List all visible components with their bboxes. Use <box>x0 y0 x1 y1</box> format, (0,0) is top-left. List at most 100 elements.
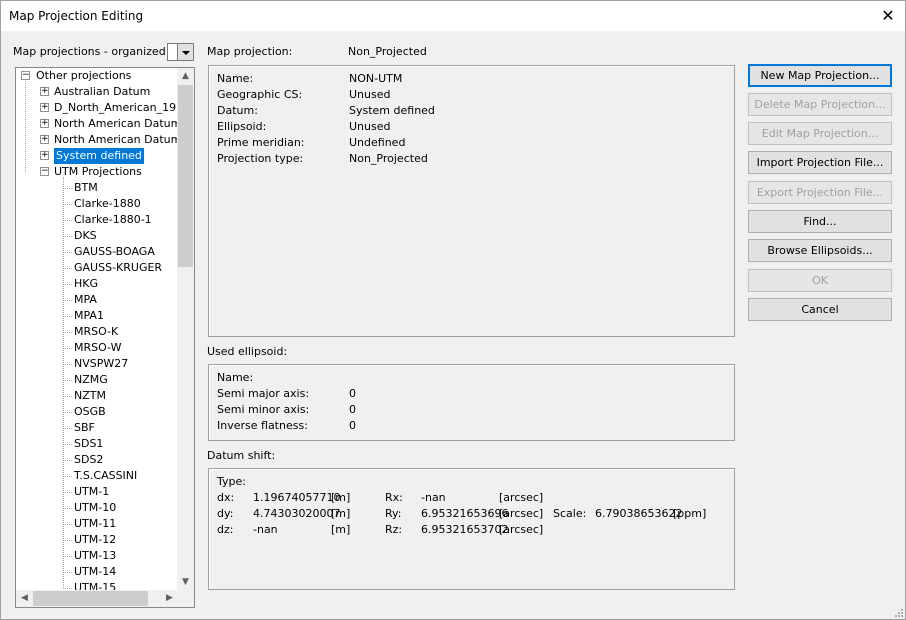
tree-connector <box>25 81 26 172</box>
tree-leaf-item[interactable]: MRSO-W <box>74 340 121 356</box>
tree-leaf-item[interactable]: SDS1 <box>74 436 103 452</box>
export-projection-file-button[interactable]: Export Projection File... <box>748 181 892 204</box>
ok-button[interactable]: OK <box>748 269 892 292</box>
tree-leaf-item[interactable]: DKS <box>74 228 97 244</box>
tree-leaf-item[interactable]: SBF <box>74 420 95 436</box>
find-button[interactable]: Find... <box>748 210 892 233</box>
tree-group-item[interactable]: North American Datum 19 <box>54 116 194 132</box>
tree-group-utm-projections[interactable]: UTM Projections <box>54 164 142 180</box>
tree-leaf-item[interactable]: BTM <box>74 180 98 196</box>
tree-connector <box>63 540 72 541</box>
tree-leaf-item[interactable]: UTM-1 <box>74 484 109 500</box>
delete-map-projection-button[interactable]: Delete Map Projection... <box>748 93 892 116</box>
used-ellipsoid-label: Used ellipsoid: <box>207 345 288 358</box>
scroll-down-icon[interactable]: ▼ <box>177 574 194 591</box>
tree-leaf-item[interactable]: UTM-11 <box>74 516 116 532</box>
tree-leaf-item[interactable]: OSGB <box>74 404 106 420</box>
tree-leaf-item[interactable]: T.S.CASSINI <box>74 468 137 484</box>
expand-icon[interactable]: + <box>40 87 49 96</box>
scroll-left-icon[interactable]: ◀ <box>16 590 33 607</box>
projection-field-label: Geographic CS: <box>217 88 303 101</box>
resize-grip-icon[interactable] <box>893 607 903 617</box>
tree-leaf-item[interactable]: Clarke-1880 <box>74 196 141 212</box>
tree-leaf-item[interactable]: Clarke-1880-1 <box>74 212 152 228</box>
rx-unit: [arcsec] <box>499 491 544 504</box>
tree-group-item[interactable]: North American Datum 19 <box>54 132 194 148</box>
tree-leaf-item[interactable]: UTM-12 <box>74 532 116 548</box>
datum-type-label: Type: <box>217 475 246 488</box>
tree-connector <box>63 316 72 317</box>
ellipsoid-field-label: Semi minor axis: <box>217 403 310 416</box>
ellipsoid-field-label: Inverse flatness: <box>217 419 308 432</box>
tree-connector <box>63 332 72 333</box>
tree-group-item[interactable]: Australian Datum <box>54 84 150 100</box>
tree-leaf-item[interactable]: GAUSS-BOAGA <box>74 244 155 260</box>
collapse-icon[interactable]: − <box>21 71 30 80</box>
tree-connector <box>63 572 72 573</box>
scroll-up-icon[interactable]: ▲ <box>177 68 194 85</box>
ellipsoid-panel: Name: Semi major axis: 0 Semi minor axis: 0… <box>208 364 735 441</box>
projection-tree[interactable]: UTM-15 UTM-14 UTM-13 UTM-12 UTM-11 UTM-10 UTM-… <box>15 67 195 608</box>
close-icon[interactable]: ✕ <box>877 5 899 27</box>
tree-connector <box>63 177 64 593</box>
tree-group-item[interactable]: System defined <box>54 148 144 164</box>
tree-connector <box>63 268 72 269</box>
edit-map-projection-button[interactable]: Edit Map Projection... <box>748 122 892 145</box>
tree-leaf-item[interactable]: SDS2 <box>74 452 103 468</box>
tree-connector <box>63 556 72 557</box>
scroll-right-icon[interactable]: ▶ <box>161 590 178 607</box>
tree-connector <box>63 396 72 397</box>
tree-leaf-item[interactable]: UTM-10 <box>74 500 116 516</box>
projection-field-label: Projection type: <box>217 152 304 165</box>
expand-icon[interactable]: + <box>40 135 49 144</box>
projection-field-value: Non_Projected <box>349 152 428 165</box>
tree-leaf-item[interactable]: UTM-13 <box>74 548 116 564</box>
tree-connector <box>63 204 72 205</box>
tree-leaf-item[interactable]: MPA1 <box>74 308 104 324</box>
tree-vertical-scrollbar[interactable]: ▲ ▼ <box>177 68 194 591</box>
scroll-thumb[interactable] <box>178 85 193 267</box>
dz-label: dz: <box>217 523 234 536</box>
tree-group-item[interactable]: D_North_American_1983 <box>54 100 190 116</box>
ry-label: Ry: <box>385 507 402 520</box>
ry-value: 6.95321653696 <box>421 507 509 520</box>
rz-unit: [arcsec] <box>499 523 544 536</box>
projection-field-value: NON-UTM <box>349 72 403 85</box>
tree-leaf-item[interactable]: MRSO-K <box>74 324 118 340</box>
tree-leaf-item[interactable]: NZMG <box>74 372 108 388</box>
new-map-projection-button[interactable]: New Map Projection... <box>748 64 892 87</box>
organize-combo[interactable] <box>167 43 177 61</box>
tree-connector <box>63 412 72 413</box>
tree-connector <box>63 588 72 589</box>
projection-field-value: Unused <box>349 120 391 133</box>
dx-label: dx: <box>217 491 235 504</box>
tree-root-other-projections[interactable]: Other projections <box>36 68 131 84</box>
scale-value: 6.79038653622 <box>595 507 683 520</box>
expand-icon[interactable]: + <box>40 103 49 112</box>
projection-field-value: Undefined <box>349 136 406 149</box>
tree-leaf-item[interactable]: GAUSS-KRUGER <box>74 260 162 276</box>
dx-unit: [m] <box>331 491 351 504</box>
collapse-icon[interactable]: − <box>40 167 49 176</box>
map-projection-value: Non_Projected <box>348 45 427 58</box>
tree-leaf-item[interactable]: HKG <box>74 276 98 292</box>
tree-leaf-item[interactable]: NZTM <box>74 388 106 404</box>
expand-icon[interactable]: + <box>40 119 49 128</box>
rx-value: -nan <box>421 491 446 504</box>
window-title: Map Projection Editing <box>9 9 144 23</box>
expand-icon[interactable]: + <box>40 151 49 160</box>
import-projection-file-button[interactable]: Import Projection File... <box>748 151 892 174</box>
projection-field-label: Prime meridian: <box>217 136 305 149</box>
tree-horizontal-scrollbar[interactable]: ◀ ▶ <box>16 590 178 607</box>
organize-dropdown-button[interactable] <box>177 43 194 61</box>
hscroll-thumb[interactable] <box>33 591 148 606</box>
rz-value: 6.95321653702 <box>421 523 509 536</box>
tree-leaf-item[interactable]: NVSPW27 <box>74 356 128 372</box>
projection-info-panel: Name: NON-UTM Geographic CS: Unused Datum: Sy… <box>208 65 735 337</box>
tree-leaf-item[interactable]: UTM-14 <box>74 564 116 580</box>
browse-ellipsoids-button[interactable]: Browse Ellipsoids... <box>748 239 892 262</box>
tree-connector <box>63 188 72 189</box>
scale-unit: [ppm] <box>673 507 707 520</box>
cancel-button[interactable]: Cancel <box>748 298 892 321</box>
tree-leaf-item[interactable]: MPA <box>74 292 97 308</box>
